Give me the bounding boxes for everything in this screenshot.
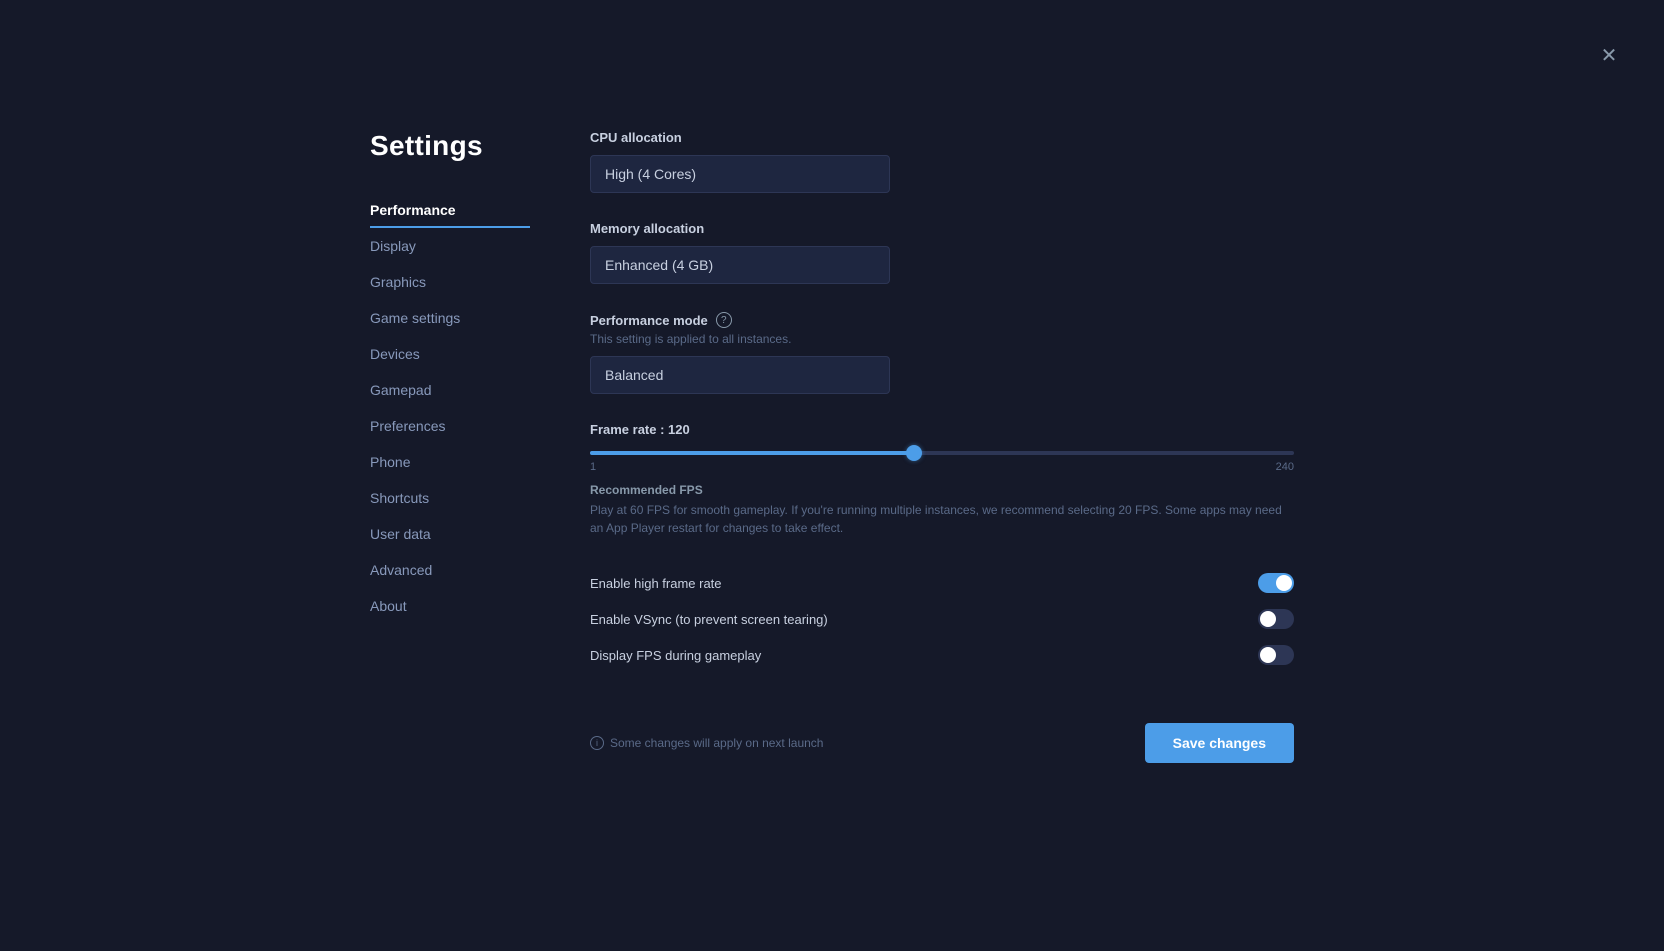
- performance-mode-section: Performance mode ? This setting is appli…: [590, 312, 1294, 394]
- toggle-row-vsync: Enable VSync (to prevent screen tearing): [590, 601, 1294, 637]
- perf-mode-help-icon[interactable]: ?: [716, 312, 732, 328]
- toggle-knob-display-fps: [1260, 647, 1276, 663]
- toggles-section: Enable high frame rate Enable VSync (to p…: [590, 565, 1294, 673]
- main-content: CPU allocation High (4 Cores) Low (1 Cor…: [590, 130, 1294, 763]
- sidebar-nav: PerformanceDisplayGraphicsGame settingsD…: [370, 192, 530, 624]
- perf-mode-subtitle: This setting is applied to all instances…: [590, 332, 1294, 346]
- cpu-allocation-wrapper: High (4 Cores) Low (1 Core) Medium (2 Co…: [590, 155, 1294, 193]
- toggle-label-display-fps: Display FPS during gameplay: [590, 648, 761, 663]
- slider-min: 1: [590, 461, 596, 473]
- memory-allocation-label: Memory allocation: [590, 221, 1294, 236]
- slider-thumb[interactable]: [906, 445, 922, 461]
- recommended-fps-desc: Play at 60 FPS for smooth gameplay. If y…: [590, 501, 1294, 537]
- sidebar-item-game-settings[interactable]: Game settings: [370, 300, 530, 336]
- cpu-allocation-label: CPU allocation: [590, 130, 1294, 145]
- slider-track[interactable]: [590, 451, 1294, 455]
- sidebar-item-about[interactable]: About: [370, 588, 530, 624]
- memory-allocation-section: Memory allocation Enhanced (4 GB) Low (1…: [590, 221, 1294, 284]
- perf-mode-label: Performance mode: [590, 313, 708, 328]
- memory-allocation-wrapper: Enhanced (4 GB) Low (1 GB) Medium (2 GB)…: [590, 246, 1294, 284]
- sidebar-item-gamepad[interactable]: Gamepad: [370, 372, 530, 408]
- toggle-display-fps[interactable]: [1258, 645, 1294, 665]
- sidebar-item-preferences[interactable]: Preferences: [370, 408, 530, 444]
- toggle-knob-high-frame-rate: [1276, 575, 1292, 591]
- sidebar-item-phone[interactable]: Phone: [370, 444, 530, 480]
- sidebar-item-advanced[interactable]: Advanced: [370, 552, 530, 588]
- slider-fill: [590, 451, 914, 455]
- settings-container: Settings PerformanceDisplayGraphicsGame …: [370, 130, 1294, 763]
- recommended-fps-title: Recommended FPS: [590, 483, 1294, 497]
- toggle-row-high-frame-rate: Enable high frame rate: [590, 565, 1294, 601]
- sidebar-item-display[interactable]: Display: [370, 228, 530, 264]
- performance-mode-select[interactable]: Balanced Low High Ultra: [590, 356, 890, 394]
- footer-note-icon: i: [590, 736, 604, 750]
- sidebar-item-user-data[interactable]: User data: [370, 516, 530, 552]
- toggle-knob-vsync: [1260, 611, 1276, 627]
- frame-rate-slider-container: [590, 451, 1294, 455]
- perf-mode-header: Performance mode ?: [590, 312, 1294, 328]
- slider-range: 1 240: [590, 461, 1294, 473]
- page-title: Settings: [370, 130, 530, 162]
- performance-mode-wrapper: Balanced Low High Ultra: [590, 356, 1294, 394]
- save-changes-button[interactable]: Save changes: [1145, 723, 1294, 763]
- cpu-allocation-select[interactable]: High (4 Cores) Low (1 Core) Medium (2 Co…: [590, 155, 890, 193]
- footer: i Some changes will apply on next launch…: [590, 703, 1294, 763]
- footer-note: i Some changes will apply on next launch: [590, 736, 823, 750]
- toggle-label-high-frame-rate: Enable high frame rate: [590, 576, 722, 591]
- frame-rate-header: Frame rate : 120: [590, 422, 1294, 437]
- toggle-label-vsync: Enable VSync (to prevent screen tearing): [590, 612, 828, 627]
- footer-note-text: Some changes will apply on next launch: [610, 736, 823, 750]
- close-button[interactable]: ✕: [1594, 40, 1624, 70]
- memory-allocation-select[interactable]: Enhanced (4 GB) Low (1 GB) Medium (2 GB)…: [590, 246, 890, 284]
- sidebar: Settings PerformanceDisplayGraphicsGame …: [370, 130, 530, 763]
- sidebar-item-devices[interactable]: Devices: [370, 336, 530, 372]
- sidebar-item-performance[interactable]: Performance: [370, 192, 530, 228]
- frame-rate-section: Frame rate : 120 1 240 Recommended FPS P…: [590, 422, 1294, 537]
- slider-max: 240: [1276, 461, 1294, 473]
- sidebar-item-shortcuts[interactable]: Shortcuts: [370, 480, 530, 516]
- toggle-high-frame-rate[interactable]: [1258, 573, 1294, 593]
- toggle-vsync[interactable]: [1258, 609, 1294, 629]
- cpu-allocation-section: CPU allocation High (4 Cores) Low (1 Cor…: [590, 130, 1294, 193]
- toggle-row-display-fps: Display FPS during gameplay: [590, 637, 1294, 673]
- sidebar-item-graphics[interactable]: Graphics: [370, 264, 530, 300]
